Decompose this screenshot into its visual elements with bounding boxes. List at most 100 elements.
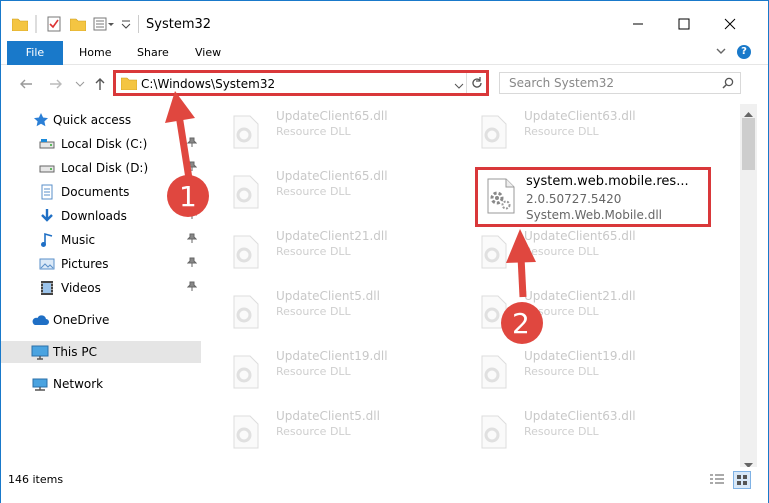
file-tile[interactable]: UpdateClient19.dll Resource DLL [206, 345, 446, 397]
file-tile[interactable]: UpdateClient5.dll Resource DLL [206, 405, 446, 457]
sidebar-item-pictures[interactable]: Pictures [1, 253, 201, 275]
sidebar-item-videos[interactable]: Videos [1, 277, 201, 299]
dll-gear-file-icon [484, 178, 518, 214]
pictures-icon [39, 256, 55, 272]
file-description: System.Web.Mobile.dll [526, 208, 663, 222]
dll-file-icon [228, 115, 262, 149]
tab-share[interactable]: Share [125, 41, 181, 65]
dll-file-icon [476, 115, 510, 149]
search-placeholder: Search System32 [509, 76, 615, 90]
pin-icon[interactable] [186, 209, 198, 222]
item-count: 146 items [8, 473, 64, 486]
sidebar-item-label: OneDrive [53, 313, 110, 327]
address-bar[interactable]: C:\Windows\System32 [113, 70, 489, 96]
sidebar-item-label: Downloads [61, 209, 127, 223]
address-path[interactable]: C:\Windows\System32 [141, 77, 275, 91]
folder-icon [120, 76, 138, 93]
tab-view[interactable]: View [183, 41, 233, 65]
new-folder-icon[interactable] [69, 15, 87, 33]
sidebar-item-this-pc[interactable]: This PC [1, 341, 201, 363]
maximize-button[interactable] [661, 9, 707, 39]
tiles-view-icon[interactable] [733, 471, 751, 489]
status-bar: 146 items [1, 467, 768, 503]
file-tile[interactable]: UpdateClient63.dll Resource DLL [454, 405, 694, 457]
file-tile[interactable]: UpdateClient65.dll Resource DLL [206, 165, 446, 217]
refresh-icon[interactable] [470, 76, 484, 93]
pin-icon[interactable] [186, 257, 198, 270]
dll-file-icon [476, 235, 510, 269]
sidebar-item-documents[interactable]: Documents [1, 181, 201, 203]
recent-locations-icon[interactable] [71, 75, 89, 93]
search-input[interactable]: Search System32 [499, 72, 741, 94]
dll-file-icon [228, 235, 262, 269]
sidebar-item-label: This PC [53, 345, 97, 359]
drive-icon [39, 160, 55, 176]
sidebar-item-local-disk-c[interactable]: Local Disk (C:) [1, 133, 201, 155]
file-tile[interactable]: UpdateClient63.dll Resource DLL [454, 105, 694, 157]
star-icon [33, 112, 49, 128]
file-tile[interactable]: UpdateClient21.dll Resource DLL [206, 225, 446, 277]
details-view-icon[interactable] [709, 473, 725, 490]
forward-arrow-icon[interactable] [47, 75, 65, 93]
file-type: Resource DLL [524, 425, 599, 438]
pin-icon[interactable] [186, 137, 198, 150]
file-name: UpdateClient65.dll [276, 109, 388, 123]
file-name: UpdateClient5.dll [276, 409, 380, 423]
file-type: Resource DLL [276, 185, 351, 198]
file-name: UpdateClient21.dll [524, 289, 636, 303]
pin-icon[interactable] [186, 281, 198, 294]
file-tile[interactable]: UpdateClient5.dll Resource DLL [206, 285, 446, 337]
chevron-down-icon[interactable] [715, 45, 727, 60]
pin-icon[interactable] [186, 161, 198, 174]
file-name: UpdateClient21.dll [276, 229, 388, 243]
sidebar-item-downloads[interactable]: Downloads [1, 205, 201, 227]
file-name: UpdateClient65.dll [276, 169, 388, 183]
dll-file-icon [228, 175, 262, 209]
file-tile[interactable]: UpdateClient65.dll Resource DLL [206, 105, 446, 157]
close-button[interactable] [707, 9, 753, 39]
file-tile[interactable]: UpdateClient21.dll Resource DLL [454, 285, 694, 337]
sidebar-item-label: Network [53, 377, 104, 391]
sidebar-item-music[interactable]: Music [1, 229, 201, 251]
scrollbar-thumb[interactable] [742, 118, 755, 170]
highlighted-file-tile[interactable]: system.web.mobile.res... 2.0.50727.5420 … [475, 167, 711, 227]
dll-file-icon [228, 355, 262, 389]
sidebar-item-label: Pictures [61, 257, 109, 271]
dll-file-icon [476, 415, 510, 449]
up-arrow-icon[interactable] [91, 75, 109, 93]
dropdown-arrow-icon[interactable] [121, 15, 131, 33]
qa-divider [35, 15, 37, 33]
file-name: UpdateClient19.dll [524, 349, 636, 363]
file-type: Resource DLL [524, 245, 599, 258]
search-icon[interactable] [722, 77, 734, 92]
file-type: Resource DLL [524, 305, 599, 318]
explorer-window: System32 File Home Share View ? C:\Windo… [0, 0, 769, 503]
sidebar-item-quick-access[interactable]: Quick access [1, 109, 201, 131]
tab-home[interactable]: Home [67, 41, 123, 65]
minimize-button[interactable] [615, 9, 661, 39]
sidebar-item-local-disk-d[interactable]: Local Disk (D:) [1, 157, 201, 179]
vertical-scrollbar[interactable] [740, 104, 757, 468]
sidebar-item-label: Music [61, 233, 96, 247]
sidebar-item-onedrive[interactable]: OneDrive [1, 309, 201, 331]
sidebar-item-label: Videos [61, 281, 101, 295]
tab-file[interactable]: File [7, 41, 63, 65]
file-type: Resource DLL [524, 125, 599, 138]
file-version: 2.0.50727.5420 [526, 192, 622, 206]
properties-icon[interactable] [45, 15, 63, 33]
file-type: Resource DLL [276, 425, 351, 438]
dll-file-icon [228, 295, 262, 329]
address-dropdown-icon[interactable] [454, 79, 464, 93]
file-tile[interactable]: UpdateClient19.dll Resource DLL [454, 345, 694, 397]
file-type: Resource DLL [276, 365, 351, 378]
customize-qa-icon[interactable] [93, 15, 115, 33]
file-tile[interactable]: UpdateClient65.dll Resource DLL [454, 225, 694, 277]
sidebar-item-network[interactable]: Network [1, 373, 201, 395]
folder-icon[interactable] [11, 15, 29, 33]
pin-icon[interactable] [186, 233, 198, 246]
pin-icon[interactable] [186, 185, 198, 198]
cloud-icon [31, 312, 49, 328]
sidebar-item-label: Local Disk (C:) [61, 137, 148, 151]
help-icon[interactable]: ? [737, 45, 751, 59]
back-arrow-icon[interactable] [17, 75, 35, 93]
